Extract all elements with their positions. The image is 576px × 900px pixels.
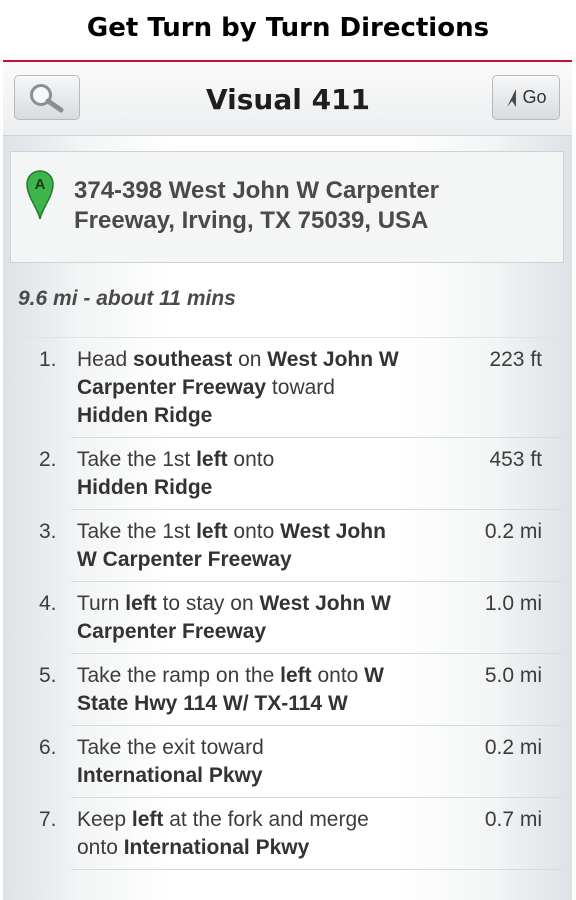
direction-step[interactable]: 1. Head southeast on West John W Carpente… [3,338,572,438]
step-number: 7. [39,808,57,831]
route-summary: 9.6 mi - about 11 mins [18,287,236,310]
step-text-part: Take the 1st [77,520,197,543]
step-text-part: onto [311,664,365,687]
step-number: 5. [39,664,57,687]
step-instruction: Turn left to stay on West John W Carpent… [77,582,407,654]
step-number: 3. [39,520,57,543]
destination-address: 374-398 West John W Carpenter Freeway, I… [74,177,440,234]
direction-step[interactable]: 7. Keep left at the fork and merge onto I… [3,798,572,870]
step-distance: 0.2 mi [484,736,542,759]
step-text-part: Keep [77,808,132,831]
step-instruction: Keep left at the fork and merge onto Int… [77,798,407,870]
step-number: 1. [39,348,57,371]
go-button-label: Go [522,87,547,107]
navigation-arrow-icon [507,88,517,107]
step-instruction: Take the 1st left onto Hidden Ridge [77,438,407,510]
step-instruction: Head southeast on West John W Carpenter … [77,338,407,438]
step-number: 2. [39,448,57,471]
step-number: 6. [39,736,57,759]
step-emphasis: left [196,448,228,471]
step-text-part: Take the 1st [77,448,197,471]
step-number: 4. [39,592,57,615]
step-text-part: toward [266,376,335,399]
direction-step[interactable]: 4. Turn left to stay on West John W Carpe… [3,582,572,654]
destination-card[interactable]: A 374-398 West John W Carpenter Freeway,… [10,151,564,263]
app-screen: Visual 411 Go A 374-398 West John W Carp… [3,60,572,900]
step-emphasis: left [131,808,164,831]
step-emphasis: Hidden Ridge [77,476,213,499]
step-distance: 5.0 mi [484,664,542,687]
step-distance: 453 ft [489,448,542,471]
step-text-part: Take the ramp on the [77,664,281,687]
step-emphasis: Hidden Ridge [77,404,213,427]
screenshot-caption: Get Turn by Turn Directions [86,13,490,43]
step-emphasis: left [196,520,228,543]
marker-letter: A [35,176,46,193]
step-distance: 1.0 mi [484,592,542,615]
direction-step[interactable]: 6. Take the exit toward International Pkw… [3,726,572,798]
step-emphasis: left [125,592,157,615]
step-distance: 223 ft [489,348,542,371]
direction-step[interactable]: 5. Take the ramp on the left onto W State… [3,654,572,726]
step-text-part: Head [77,348,134,371]
go-button[interactable]: Go [492,75,560,120]
magnifier-icon [30,83,64,112]
step-text-part: onto [227,448,275,471]
map-pin-icon: A [26,170,54,220]
step-distance: 0.2 mi [484,520,542,543]
direction-step[interactable]: 2. Take the 1st left onto Hidden Ridge 453… [3,438,572,510]
step-instruction: Take the ramp on the left onto W State H… [77,654,407,726]
step-text-part: to stay on [156,592,260,615]
step-text-part: Turn [77,592,126,615]
search-button[interactable] [14,75,80,120]
step-instruction: Take the exit toward International Pkwy [77,726,407,798]
step-emphasis: left [280,664,312,687]
top-bar: Visual 411 Go [3,62,572,136]
step-emphasis: International Pkwy [123,836,310,859]
direction-step[interactable]: 3. Take the 1st left onto West John W Car… [3,510,572,582]
app-title: Visual 411 [205,82,371,116]
step-emphasis: International Pkwy [77,764,263,787]
directions-list: 1. Head southeast on West John W Carpente… [3,337,572,870]
step-text-part: Take the exit toward [77,736,264,759]
step-text-part: onto [227,520,281,543]
step-text-part: on [232,348,268,371]
step-instruction: Take the 1st left onto West John W Carpe… [77,510,407,582]
step-emphasis: southeast [133,348,233,371]
step-distance: 0.7 mi [484,808,542,831]
